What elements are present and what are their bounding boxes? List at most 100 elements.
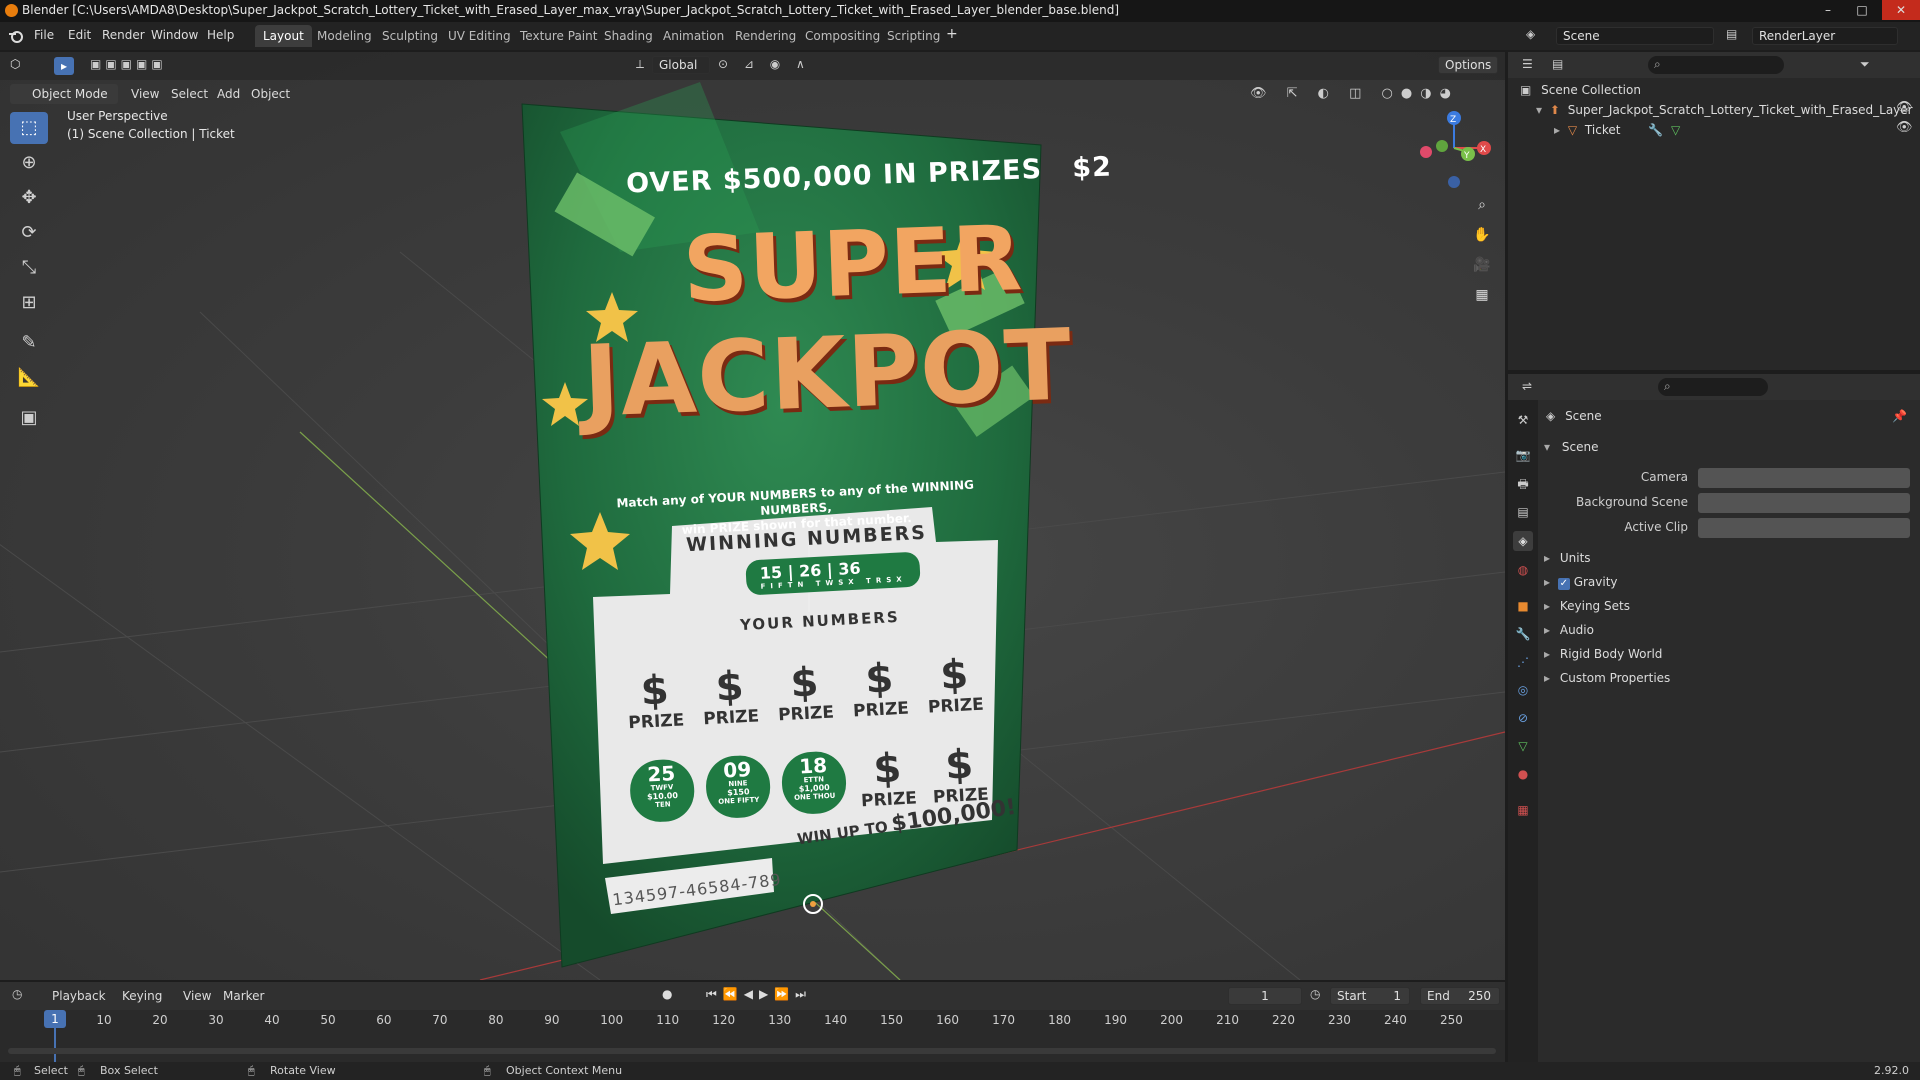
menu-help[interactable]: Help	[207, 28, 234, 42]
tab-uv-editing[interactable]: UV Editing	[440, 25, 519, 47]
texture-tab-icon[interactable]: ▦	[1513, 800, 1533, 820]
outliner-collection-row[interactable]: ▾ ⬆ Super_Jackpot_Scratch_Lottery_Ticket…	[1536, 100, 1913, 120]
maximize-button[interactable]: □	[1848, 0, 1876, 20]
tab-rendering[interactable]: Rendering	[727, 25, 804, 47]
properties-editor-icon[interactable]: ⇌	[1522, 379, 1532, 393]
tab-compositing[interactable]: Compositing	[797, 25, 888, 47]
close-button[interactable]: ✕	[1882, 0, 1920, 20]
units-subpanel[interactable]: ▸ Units	[1544, 551, 1591, 565]
rotate-tool[interactable]: ⟳	[10, 217, 48, 249]
current-frame-field[interactable]: 1	[1228, 987, 1302, 1005]
object-tab-icon[interactable]: ■	[1513, 596, 1533, 616]
object-mode-select[interactable]: Object Mode	[10, 84, 118, 104]
custom-properties-subpanel[interactable]: ▸ Custom Properties	[1544, 671, 1670, 685]
viewport-menu-object[interactable]: Object	[251, 87, 290, 101]
minimize-button[interactable]: –	[1814, 0, 1842, 20]
keying-sets-subpanel[interactable]: ▸ Keying Sets	[1544, 599, 1630, 613]
select-mode-icon[interactable]: ▸	[54, 57, 74, 75]
snap-pivot-icons[interactable]: ⊙ ⊿ ◉ ∧	[718, 57, 811, 71]
rigid-body-world-subpanel[interactable]: ▸ Rigid Body World	[1544, 647, 1662, 661]
current-frame-marker[interactable]: 1	[44, 1010, 66, 1028]
constraints-tab-icon[interactable]: ⊘	[1513, 708, 1533, 728]
navigation-gizmo[interactable]: Z X Y	[1420, 111, 1491, 188]
material-tab-icon[interactable]: ●	[1513, 764, 1533, 784]
prize-spot: $ PRIZE	[928, 741, 991, 808]
select-box-tool[interactable]: ⬚	[10, 112, 48, 144]
modifier-tab-icon[interactable]: 🔧	[1513, 624, 1533, 644]
tab-modeling[interactable]: Modeling	[309, 25, 380, 47]
tool-tab-icon[interactable]: ⚒	[1513, 410, 1533, 430]
active-clip-field[interactable]	[1698, 518, 1910, 538]
playback-controls-icons[interactable]: ⏮⏪◀▶⏩⏭	[706, 987, 812, 1002]
scene-tab-icon[interactable]: ◈	[1513, 531, 1533, 551]
blender-menu-icon[interactable]	[8, 28, 24, 44]
tab-layout[interactable]: Layout	[255, 25, 312, 47]
record-icon[interactable]: ●	[662, 987, 672, 1001]
outliner-scene-collection[interactable]: ▣ Scene Collection	[1520, 80, 1641, 100]
scene-panel-header[interactable]: ▾ Scene	[1544, 440, 1598, 454]
viewport-shading-icons[interactable]: 👁 ⇱ ◐ ◫ ○●◑◕	[1250, 86, 1459, 101]
options-dropdown[interactable]: Options	[1438, 56, 1498, 74]
outliner-editor-icon[interactable]: ☰	[1522, 57, 1533, 71]
outliner-search-input[interactable]	[1648, 56, 1784, 74]
render-tab-icon[interactable]: 📷	[1513, 445, 1533, 465]
timeline-menu-keying[interactable]: Keying	[122, 989, 162, 1003]
start-frame-field[interactable]: Start 1	[1330, 987, 1410, 1005]
visibility-eye-icon[interactable]: 👁	[1896, 120, 1913, 135]
viewport-menu-view[interactable]: View	[131, 87, 159, 101]
outliner-object-row[interactable]: ▸ ▽ Ticket 🔧 ▽	[1554, 120, 1680, 140]
menu-file[interactable]: File	[34, 28, 54, 42]
timeline-editor-icon[interactable]: ◷	[12, 987, 22, 1001]
viewport-menu-select[interactable]: Select	[171, 87, 208, 101]
ortho-grid-icon[interactable]: ▦	[1469, 282, 1495, 308]
move-tool[interactable]: ✥	[10, 182, 48, 214]
particles-tab-icon[interactable]: ⋰	[1513, 652, 1533, 672]
filter-icon[interactable]: ⏷	[1860, 57, 1870, 72]
scale-tool[interactable]: ⤡	[10, 252, 48, 284]
menu-render[interactable]: Render	[102, 28, 145, 42]
timeline-scrollbar[interactable]	[8, 1048, 1496, 1054]
audio-subpanel[interactable]: ▸ Audio	[1544, 623, 1594, 637]
tab-scripting[interactable]: Scripting	[879, 25, 948, 47]
menu-window[interactable]: Window	[151, 28, 198, 42]
viewport-menu-add[interactable]: Add	[217, 87, 240, 101]
visibility-eye-icon[interactable]: 👁	[1896, 100, 1913, 115]
tab-shading[interactable]: Shading	[596, 25, 661, 47]
menu-edit[interactable]: Edit	[68, 28, 91, 42]
timeline-menu-view[interactable]: View	[183, 989, 211, 1003]
add-cube-tool[interactable]: ▣	[10, 402, 48, 434]
world-tab-icon[interactable]: ◍	[1513, 560, 1533, 580]
timeline-menu-playback[interactable]: Playback	[52, 989, 106, 1003]
view-layer-tab-icon[interactable]: ▤	[1513, 502, 1533, 522]
editor-type-icon[interactable]: ⬡	[10, 57, 20, 71]
output-tab-icon[interactable]: 🖶	[1513, 474, 1533, 494]
annotate-tool[interactable]: ✎	[10, 327, 48, 359]
tab-sculpting[interactable]: Sculpting	[374, 25, 446, 47]
gravity-checkbox[interactable]: ✓	[1557, 578, 1570, 590]
tab-animation[interactable]: Animation	[655, 25, 732, 47]
measure-tool[interactable]: 📐	[10, 362, 48, 394]
camera-field[interactable]	[1698, 468, 1910, 488]
physics-tab-icon[interactable]: ◎	[1513, 680, 1533, 700]
clock-icon[interactable]: ◷	[1310, 987, 1320, 1001]
add-workspace-button[interactable]: +	[946, 26, 958, 42]
3d-viewport[interactable]: Z X Y OVER $500,000 IN PRIZES $2 SUPER J…	[0, 52, 1505, 980]
tab-texture-paint[interactable]: Texture Paint	[512, 25, 605, 47]
background-scene-field[interactable]	[1698, 493, 1910, 513]
renderlayer-selector[interactable]: RenderLayer	[1752, 27, 1898, 45]
zoom-icon[interactable]: ⌕	[1469, 192, 1495, 218]
scene-selector[interactable]: Scene	[1556, 27, 1714, 45]
camera-view-icon[interactable]: 🎥	[1469, 252, 1495, 278]
pin-icon[interactable]: 📌	[1892, 409, 1907, 423]
timeline-menu-marker[interactable]: Marker	[223, 989, 264, 1003]
pan-hand-icon[interactable]: ✋	[1469, 222, 1495, 248]
cursor-tool[interactable]: ⊕	[10, 147, 48, 179]
gravity-subpanel[interactable]: ▸ ✓ Gravity	[1544, 575, 1618, 590]
data-tab-icon[interactable]: ▽	[1513, 736, 1533, 756]
transform-tool[interactable]: ⊞	[10, 287, 48, 319]
transform-orientation-select[interactable]: Global	[652, 56, 710, 74]
properties-search-input[interactable]	[1658, 378, 1768, 396]
end-frame-field[interactable]: End 250	[1420, 987, 1500, 1005]
display-mode-icon[interactable]: ▤	[1552, 57, 1563, 71]
selection-mode-icons[interactable]: ▣▣▣▣▣	[90, 57, 167, 71]
